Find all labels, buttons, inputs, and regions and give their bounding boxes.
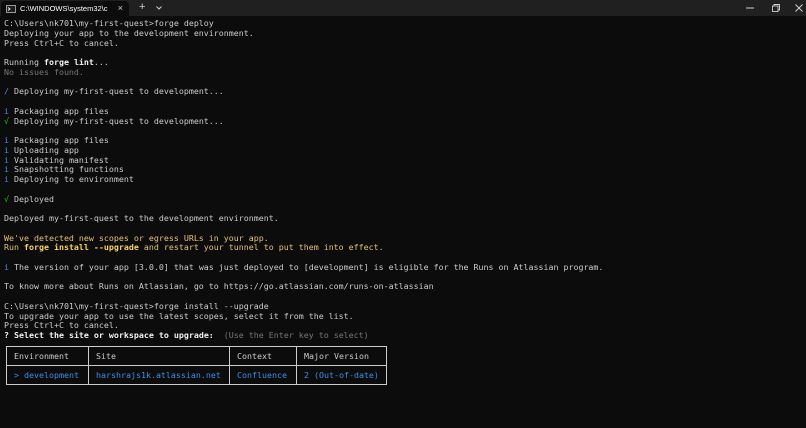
output-line: No issues found.: [4, 67, 84, 77]
table-cell[interactable]: harshrajs1k.atlassian.net: [88, 365, 230, 385]
table-header-row: Environment Site Context Major Version: [6, 346, 387, 366]
table-cell[interactable]: 2 (Out-of-date): [296, 365, 387, 385]
output-text: Deploying to environment: [9, 175, 134, 184]
column-header: Environment: [6, 346, 89, 366]
output-line: i Packaging app files: [4, 107, 804, 117]
output-text: and restart your tunnel to put them into…: [138, 243, 384, 253]
output-line: Running forge lint...: [4, 58, 804, 68]
output-text: Packaging app files: [9, 106, 109, 116]
output-line: i The version of your app [3.0.0] that w…: [4, 263, 804, 273]
output-line: i Packaging app files: [4, 136, 804, 146]
warning-line: Run forge install --upgrade and restart …: [4, 243, 804, 253]
terminal-icon: [6, 4, 16, 13]
output-line: i Deploying to environment: [4, 175, 804, 185]
chevron-down-icon[interactable]: [155, 2, 163, 14]
output-text: forge install --upgrade: [23, 243, 139, 253]
close-window-icon[interactable]: [784, 0, 806, 16]
output-line: Press Ctrl+C to cancel.: [4, 321, 119, 331]
command-line: C:\Users\nk701\my-first-quest>forge depl…: [4, 19, 214, 28]
terminal-window: C:\WINDOWS\system32\cmd. × + C:\Users\nk…: [0, 0, 806, 428]
table-row[interactable]: > development harshrajs1k.atlassian.net …: [6, 365, 387, 385]
output-text: Run: [4, 243, 24, 253]
output-text: The version of your app [3.0.0] that was…: [9, 262, 604, 272]
output-line: √ Deployed: [4, 195, 804, 205]
title-bar: C:\WINDOWS\system32\cmd. × +: [0, 0, 806, 16]
output-text: ...: [93, 58, 109, 67]
prompt-line: ? Select the site or workspace to upgrad…: [4, 331, 804, 341]
output-text: Packaging app files: [9, 136, 109, 145]
output-text: forge lint: [43, 58, 94, 67]
column-header: Site: [88, 346, 230, 366]
question-icon: ?: [4, 331, 14, 340]
prompt-hint: (Use the Enter key to select): [213, 331, 369, 340]
output-line: √ Deploying my-first-quest to developmen…: [4, 117, 804, 127]
output-line: / Deploying my-first-quest to developmen…: [4, 87, 804, 97]
column-header: Context: [229, 346, 297, 366]
output-line: Deploying your app to the development en…: [4, 28, 254, 38]
tab-cmd[interactable]: C:\WINDOWS\system32\cmd. ×: [1, 1, 129, 16]
site-selection-table[interactable]: Environment Site Context Major Version >…: [6, 346, 387, 385]
output-text: Deploying my-first-quest to development.…: [9, 87, 224, 97]
output-line: i Uploading app: [4, 146, 804, 156]
output-line: Press Ctrl+C to cancel.: [4, 38, 119, 48]
output-line: i Validating manifest: [4, 156, 804, 166]
table-cell[interactable]: Confluence: [229, 365, 297, 385]
output-line: To know more about Runs on Atlassian, go…: [4, 282, 434, 292]
output-text: Snapshotting functions: [9, 165, 124, 175]
warning-line: We've detected new scopes or egress URLs…: [4, 233, 269, 243]
output-text: Deploying my-first-quest to development.…: [9, 116, 224, 126]
tab-title: C:\WINDOWS\system32\cmd.: [20, 4, 108, 13]
close-icon[interactable]: ×: [118, 3, 123, 14]
terminal-output[interactable]: C:\Users\nk701\my-first-quest>forge depl…: [4, 19, 804, 341]
output-text: Uploading app: [9, 145, 79, 155]
table-cell[interactable]: > development: [6, 365, 89, 385]
prompt-question: Select the site or workspace to upgrade:: [14, 331, 214, 340]
output-text: Validating manifest: [9, 155, 109, 165]
command-line: C:\Users\nk701\my-first-quest>forge inst…: [4, 301, 269, 311]
column-header: Major Version: [296, 346, 387, 366]
output-text: Deployed: [9, 194, 54, 204]
output-line: To upgrade your app to use the latest sc…: [4, 311, 354, 321]
output-line: Deployed my-first-quest to the developme…: [4, 214, 279, 223]
output-text: Running: [4, 58, 44, 67]
plus-icon[interactable]: +: [139, 1, 145, 14]
output-line: i Snapshotting functions: [4, 165, 804, 175]
